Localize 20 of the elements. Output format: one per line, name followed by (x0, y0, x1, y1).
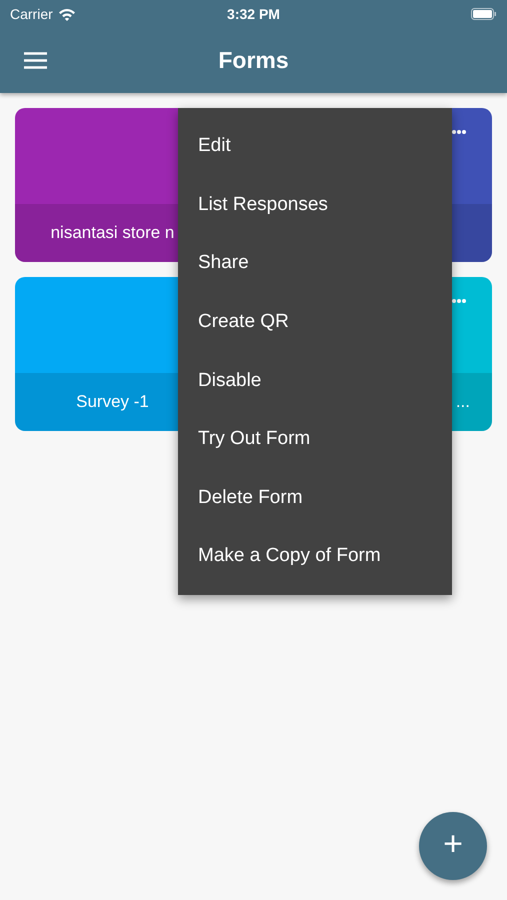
menu-item[interactable]: Disable (198, 370, 262, 392)
menu-item[interactable]: List Responses (198, 194, 328, 216)
page-title: Forms (218, 47, 289, 74)
form-title: ... (456, 392, 470, 412)
menu-item[interactable]: Share (198, 252, 249, 274)
menu-icon (24, 52, 47, 69)
menu-item[interactable]: Make a Copy of Form (198, 545, 381, 568)
form-card[interactable]: nisantasi store n (15, 108, 178, 262)
menu-item[interactable]: Delete Form (198, 486, 303, 509)
form-title: nisantasi store n (50, 223, 174, 243)
menu-item[interactable]: Try Out Form (198, 428, 310, 450)
carrier-label: Carrier (10, 6, 53, 22)
wifi-icon (58, 8, 76, 20)
menu-item[interactable]: Create QR (198, 311, 289, 334)
more-icon[interactable] (452, 130, 466, 134)
battery-icon (471, 8, 497, 20)
form-title: Survey -1 (76, 392, 149, 412)
clock-time: 3:32 PM (227, 6, 280, 22)
add-button[interactable]: + (419, 812, 487, 880)
menu-item[interactable]: Edit (198, 135, 231, 158)
